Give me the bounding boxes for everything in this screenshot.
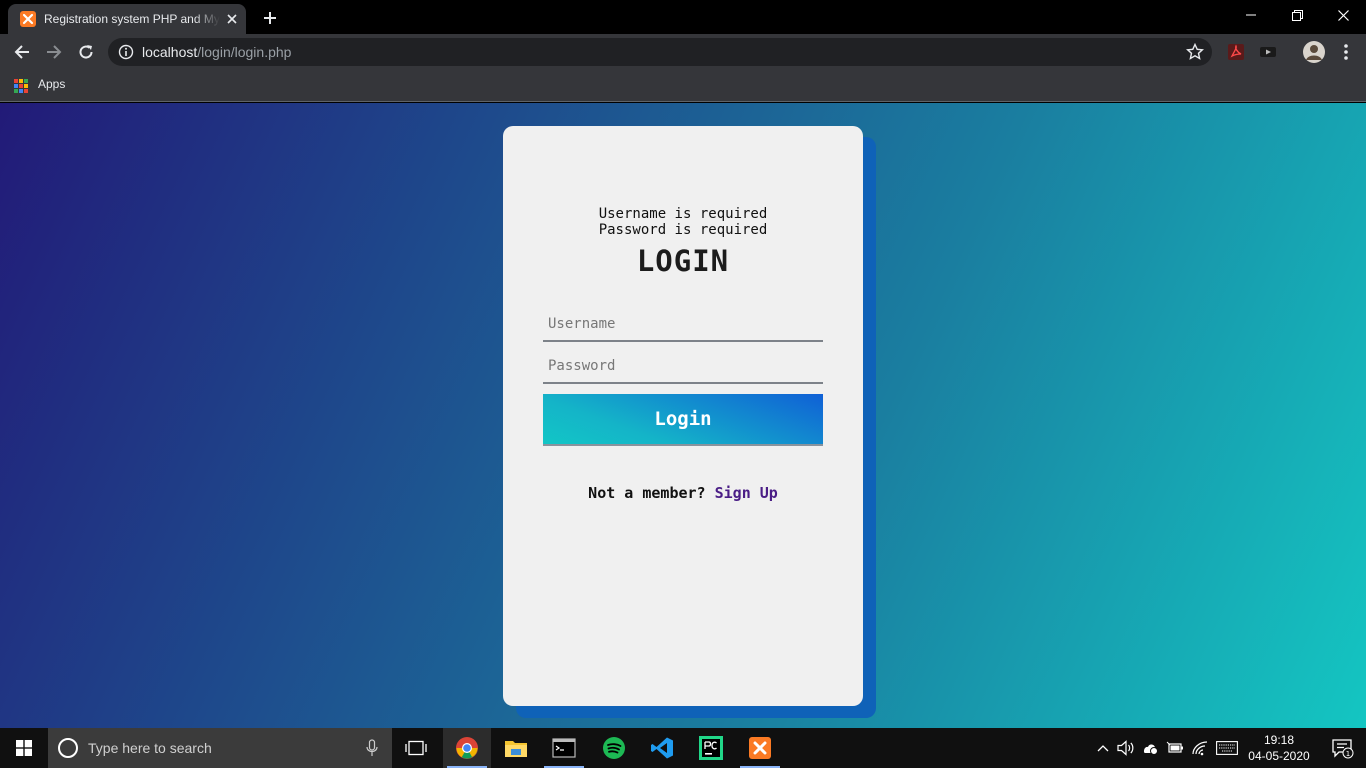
spotify-icon[interactable] (590, 728, 638, 768)
bookmarks-bar: Apps (0, 70, 1366, 102)
minimize-icon[interactable] (1228, 0, 1274, 30)
login-card: Username is required Password is require… (503, 126, 863, 706)
xampp-favicon-icon (20, 11, 36, 27)
microphone-icon[interactable] (366, 739, 378, 757)
battery-icon[interactable] (1166, 739, 1184, 757)
signup-prompt: Not a member? (588, 484, 706, 502)
notification-center-icon[interactable]: 1 (1318, 728, 1366, 768)
clock-date: 04-05-2020 (1248, 749, 1310, 763)
back-icon[interactable] (8, 38, 36, 66)
volume-icon[interactable] (1117, 739, 1135, 757)
profile-avatar-icon[interactable] (1302, 40, 1326, 64)
username-error: Username is required (598, 206, 768, 222)
tab-title: Registration system PHP and MySQL (44, 12, 220, 26)
vscode-icon[interactable] (638, 728, 686, 768)
signup-link[interactable]: Sign Up (715, 484, 778, 502)
chrome-taskbar-icon[interactable] (443, 728, 491, 768)
url-path: /login/login.php (197, 44, 292, 60)
reload-icon[interactable] (72, 38, 100, 66)
password-input[interactable] (543, 350, 823, 384)
keyboard-input-icon[interactable] (1215, 739, 1239, 757)
pdf-extension-icon[interactable] (1226, 42, 1246, 62)
site-info-icon[interactable] (118, 44, 134, 60)
chrome-menu-icon[interactable] (1336, 42, 1356, 62)
login-title: LOGIN (636, 244, 730, 278)
notification-count: 1 (1346, 750, 1350, 758)
signup-line: Not a member? Sign Up (503, 484, 863, 502)
clock-time: 19:18 (1263, 733, 1295, 747)
tab-close-icon[interactable] (222, 9, 242, 29)
tray-chevron-up-icon[interactable] (1094, 739, 1112, 757)
onedrive-sync-icon[interactable] (1141, 739, 1159, 757)
task-view-icon[interactable] (392, 728, 440, 768)
apps-bookmark[interactable]: Apps (38, 77, 65, 91)
url-text[interactable]: localhost/login/login.php (142, 44, 291, 60)
close-window-icon[interactable] (1320, 0, 1366, 30)
taskbar-search-placeholder: Type here to search (88, 740, 212, 756)
cortana-icon (58, 738, 78, 758)
wifi-icon[interactable] (1191, 739, 1209, 757)
file-explorer-icon[interactable] (492, 728, 540, 768)
pycharm-icon[interactable] (687, 728, 735, 768)
page-background: Username is required Password is require… (0, 103, 1366, 728)
windows-taskbar: Type here to search 19:18 04-05-2020 1 (0, 728, 1366, 768)
taskbar-search-box[interactable]: Type here to search (48, 728, 392, 768)
taskbar-clock[interactable]: 19:18 04-05-2020 (1244, 732, 1314, 764)
username-input[interactable] (543, 308, 823, 342)
browser-toolbar: localhost/login/login.php (0, 34, 1366, 70)
address-bar[interactable]: localhost/login/login.php (108, 38, 1212, 66)
password-error: Password is required (598, 222, 768, 238)
new-tab-icon[interactable] (258, 6, 282, 30)
url-host: localhost (142, 44, 198, 60)
windows-start-icon[interactable] (0, 728, 48, 768)
browser-tab[interactable]: Registration system PHP and MySQL (8, 4, 246, 34)
bookmark-star-icon[interactable] (1185, 42, 1205, 61)
restore-icon[interactable] (1274, 0, 1320, 30)
apps-grid-icon[interactable] (14, 79, 28, 93)
forward-icon[interactable] (40, 38, 68, 66)
terminal-icon[interactable] (540, 728, 588, 768)
login-button[interactable]: Login (543, 394, 823, 446)
browser-tab-strip: Registration system PHP and MySQL (0, 0, 1366, 34)
youtube-extension-icon[interactable] (1258, 42, 1278, 62)
xampp-icon[interactable] (736, 728, 784, 768)
